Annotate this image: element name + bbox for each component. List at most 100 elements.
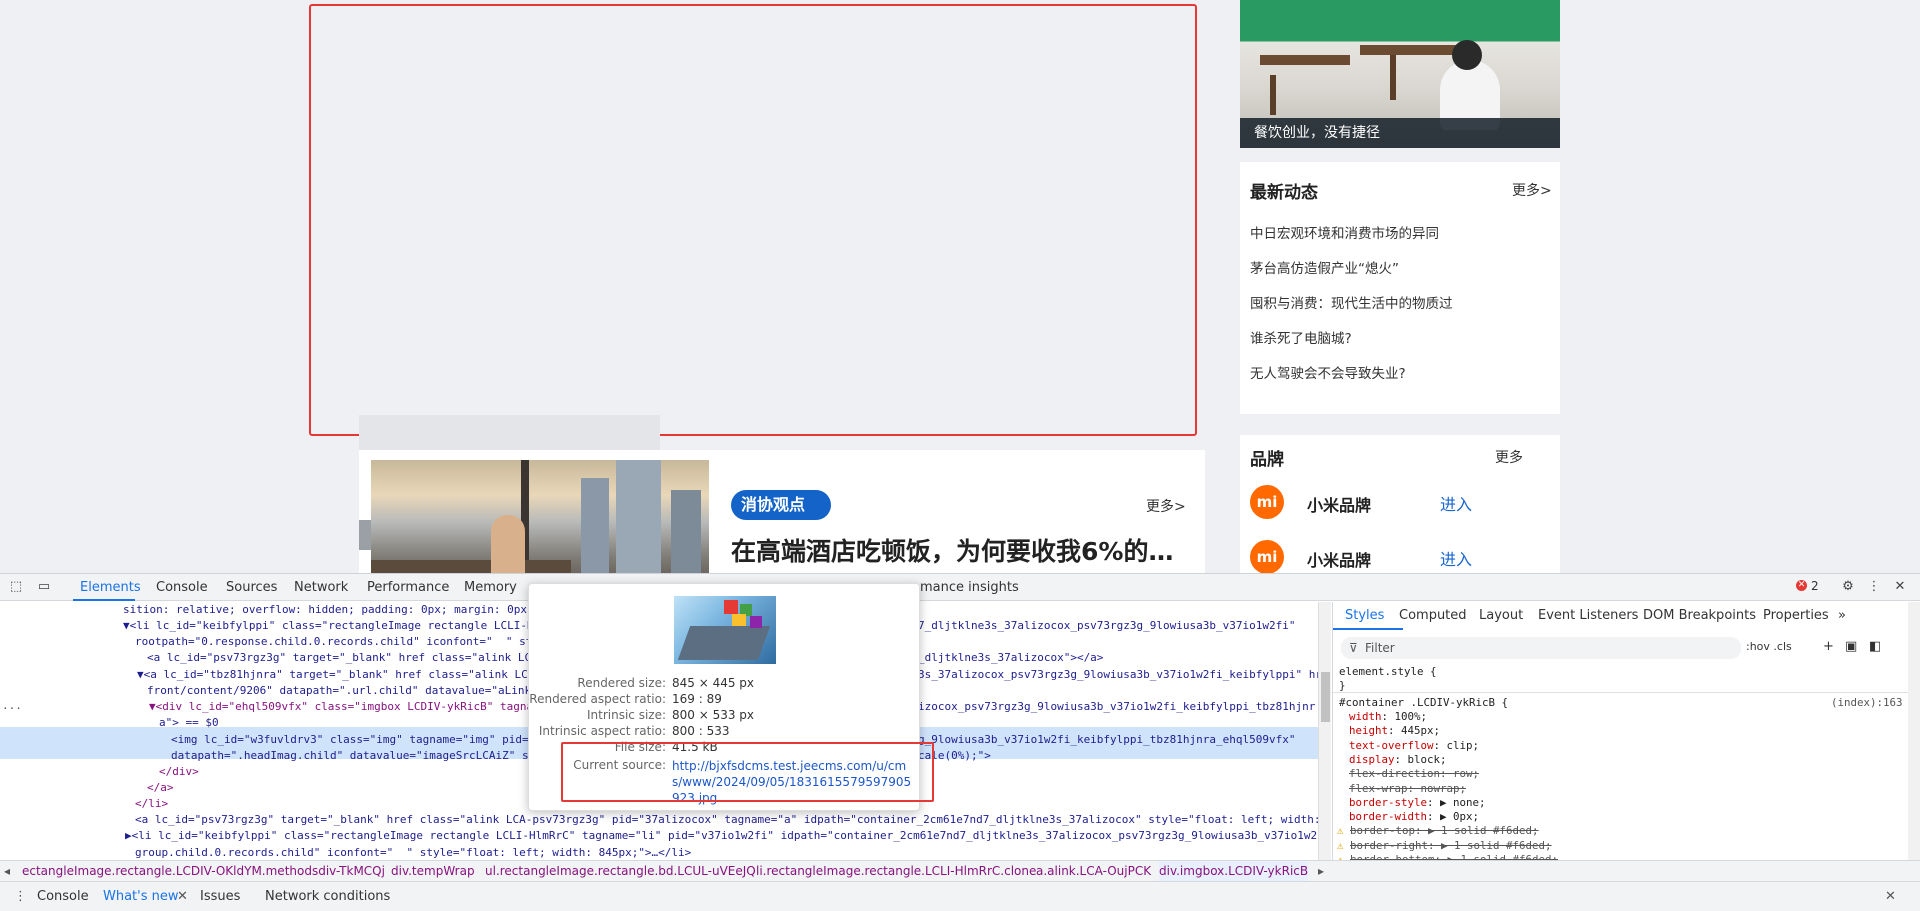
code-line[interactable]: group.child.0.records.child" iconfont=" … xyxy=(135,845,691,860)
code-line[interactable]: </li> xyxy=(135,796,168,812)
drawer-tab-whats-new[interactable]: What's new xyxy=(103,889,179,904)
news-more-link[interactable]: 更多> xyxy=(1146,496,1186,516)
tab-dom-breakpoints[interactable]: DOM Breakpoints xyxy=(1643,608,1756,623)
close-tab-icon[interactable]: ✕ xyxy=(177,889,188,904)
tab-elements[interactable]: Elements xyxy=(80,580,141,595)
css-property[interactable]: flex-wrap: nowrap; xyxy=(1349,782,1466,795)
tab-network[interactable]: Network xyxy=(294,580,348,595)
code-line[interactable]: <a lc_id="psv73rgz3g" target="_blank" hr… xyxy=(147,650,571,666)
tab-styles[interactable]: Styles xyxy=(1345,608,1384,623)
latest-more-link[interactable]: 更多> xyxy=(1512,180,1552,200)
code-line-tail[interactable]: 7_dljtklne3s_37alizocox_psv73rgz3g_9lowi… xyxy=(918,618,1296,634)
more-tabs-icon[interactable]: » xyxy=(1838,608,1846,623)
close-devtools-icon[interactable]: ✕ xyxy=(1892,579,1908,595)
node-ellipsis-icon[interactable]: ··· xyxy=(2,701,22,717)
tab-memory[interactable]: Memory xyxy=(464,580,517,595)
hov-cls-toggle[interactable]: :hov .cls xyxy=(1746,640,1792,653)
latest-item[interactable]: 中日宏观环境和消费市场的异同 xyxy=(1250,222,1439,242)
news-image[interactable] xyxy=(371,460,709,573)
css-property[interactable]: ⚠ border-top: ▶ 1 solid #f6ded; xyxy=(1337,824,1539,837)
tab-computed[interactable]: Computed xyxy=(1399,608,1467,623)
brand-enter-link[interactable]: 进入 xyxy=(1440,491,1472,515)
breadcrumb-item[interactable]: div.tempWrap xyxy=(391,861,475,881)
css-property[interactable]: border-width: ▶ 0px; xyxy=(1349,810,1479,823)
code-line[interactable]: <img lc_id="w3fuvldrv3" class="img" tagn… xyxy=(171,732,568,748)
brand-row: mi 小米品牌 进入 xyxy=(1250,540,1550,573)
code-line[interactable]: front/content/9206" datapath=".url.child… xyxy=(147,683,571,699)
tab-event-listeners[interactable]: Event Listeners xyxy=(1538,608,1638,623)
code-line[interactable]: ▶<li lc_id="keibfylppi" class="rectangle… xyxy=(125,828,1318,844)
breadcrumb-item[interactable]: a.alink.LCA-OujPCK xyxy=(1036,861,1151,881)
latest-item[interactable]: 茅台高仿造假产业“熄火” xyxy=(1250,257,1399,277)
drawer-menu-icon[interactable]: ⋮ xyxy=(14,889,27,904)
settings-gear-icon[interactable]: ⚙ xyxy=(1840,579,1856,595)
breadcrumb-scroll-left-icon[interactable]: ◂ xyxy=(4,861,10,881)
code-line[interactable]: ▼<li lc_id="keibfylppi" class="rectangle… xyxy=(123,618,567,634)
error-icon[interactable]: ✕ xyxy=(1796,580,1807,591)
latest-item[interactable]: 囤积与消费：现代生活中的物质过 xyxy=(1250,292,1453,312)
latest-item[interactable]: 谁杀死了电脑城? xyxy=(1250,327,1352,347)
tab-console[interactable]: Console xyxy=(156,580,208,595)
news-headline[interactable]: 在高端酒店吃顿饭，为何要收我6%的增... xyxy=(731,532,1191,568)
breadcrumb: ◂ ectangleImage.rectangle.LCDIV-OKldYM.m… xyxy=(0,860,1920,881)
side-photo[interactable]: 餐饮创业，没有捷径 xyxy=(1240,0,1560,148)
brand-enter-link[interactable]: 进入 xyxy=(1440,546,1472,570)
paint-icon[interactable]: ▣ xyxy=(1845,639,1857,654)
css-property[interactable]: height: 445px; xyxy=(1349,724,1440,737)
breadcrumb-item-selected[interactable]: div.imgbox.LCDIV-ykRicB xyxy=(1159,861,1309,881)
category-tag[interactable]: 消协观点 xyxy=(731,490,831,520)
drawer-tab-network-conditions[interactable]: Network conditions xyxy=(265,889,390,904)
element-style-rule[interactable]: element.style { xyxy=(1339,665,1437,678)
css-property[interactable]: text-overflow: clip; xyxy=(1349,739,1479,752)
css-property[interactable]: flex-direction: row; xyxy=(1349,767,1479,780)
xiaomi-logo-icon: mi xyxy=(1250,485,1284,519)
code-line-tail[interactable]: izocox_psv73rgz3g_9lowiusa3b_v37io1w2fi_… xyxy=(918,699,1315,715)
news-card[interactable]: 消协观点 更多> 在高端酒店吃顿饭，为何要收我6%的增... xyxy=(359,450,1205,573)
code-line[interactable]: </a> xyxy=(147,780,174,796)
breadcrumb-item[interactable]: ectangleImage.rectangle.LCDIV-OKldYM.met… xyxy=(22,861,385,881)
code-line-tail[interactable]: _dljtklne3s_37alizocox"></a> xyxy=(918,650,1103,666)
css-property[interactable]: ⚠ border-right: ▶ 1 solid #f6ded; xyxy=(1337,839,1552,852)
device-toggle-icon[interactable]: ▭ xyxy=(36,579,52,595)
css-property[interactable]: width: 100%; xyxy=(1349,710,1427,723)
more-options-icon[interactable]: ⋮ xyxy=(1866,579,1882,595)
drawer-tab-console[interactable]: Console xyxy=(37,889,89,904)
sidebar-toggle-icon[interactable]: ◧ xyxy=(1869,639,1881,654)
new-rule-icon[interactable]: + xyxy=(1823,639,1834,654)
side-photo-caption[interactable]: 餐饮创业，没有捷径 xyxy=(1240,118,1560,148)
tab-layout[interactable]: Layout xyxy=(1479,608,1523,623)
elements-scrollbar[interactable] xyxy=(1318,602,1331,860)
tab-performance-insights[interactable]: mance insights xyxy=(920,580,1019,595)
breadcrumb-scroll-right-icon[interactable]: ▸ xyxy=(1318,861,1324,881)
carousel-handle[interactable] xyxy=(359,520,371,550)
code-line-tail[interactable]: 3s_37alizocox_psv73rgz3g_9lowiusa3b_v37i… xyxy=(918,667,1318,683)
inspect-element-icon[interactable]: ⬚ xyxy=(8,579,24,595)
drawer-tab-issues[interactable]: Issues xyxy=(200,889,240,904)
code-line[interactable]: sition: relative; overflow: hidden; padd… xyxy=(123,602,573,618)
brand-name: 小米品牌 xyxy=(1307,551,1372,570)
code-line[interactable]: datapath=".headImag.child" datavalue="im… xyxy=(171,748,555,764)
tab-sources[interactable]: Sources xyxy=(226,580,277,595)
code-line[interactable]: ▼<a lc_id="tbz81hjnra" target="_blank" h… xyxy=(137,667,587,683)
breadcrumb-item[interactable]: ul.rectangleImage.rectangle.bd.LCUL-uVEe… xyxy=(485,861,756,881)
code-line[interactable]: <a lc_id="psv73rgz3g" target="_blank" hr… xyxy=(135,812,1318,828)
code-line[interactable]: rootpath="0.response.child.0.records.chi… xyxy=(135,634,572,650)
error-count[interactable]: 2 xyxy=(1811,579,1819,593)
code-line-tail[interactable]: g_9lowiusa3b_v37io1w2fi_keibfylppi_tbz81… xyxy=(918,732,1296,748)
rule-selector[interactable]: #container .LCDIV-ykRicB { xyxy=(1339,696,1508,709)
css-property[interactable]: display: block; xyxy=(1349,753,1447,766)
styles-scrollbar[interactable] xyxy=(1908,602,1920,860)
tab-performance[interactable]: Performance xyxy=(367,580,449,595)
code-line[interactable]: ▼<div lc_id="ehql509vfx" class="imgbox L… xyxy=(149,699,560,715)
latest-item[interactable]: 无人驾驶会不会导致失业? xyxy=(1250,362,1406,382)
rule-source-link[interactable]: (index):163 xyxy=(1831,696,1903,709)
close-drawer-icon[interactable]: ✕ xyxy=(1885,889,1896,904)
styles-filter-input[interactable]: ⊽ Filter xyxy=(1341,637,1741,659)
brand-more-link[interactable]: 更多 xyxy=(1495,447,1523,467)
code-line[interactable]: </div> xyxy=(159,764,199,780)
tooltip-value: 169 : 89 xyxy=(672,692,722,706)
css-property[interactable]: border-style: ▶ none; xyxy=(1349,796,1486,809)
tab-properties[interactable]: Properties xyxy=(1763,608,1829,623)
code-line[interactable]: a"> == $0 xyxy=(159,715,219,731)
breadcrumb-item[interactable]: li.rectangleImage.rectangle.LCLI-HlmRrC.… xyxy=(756,861,1036,881)
